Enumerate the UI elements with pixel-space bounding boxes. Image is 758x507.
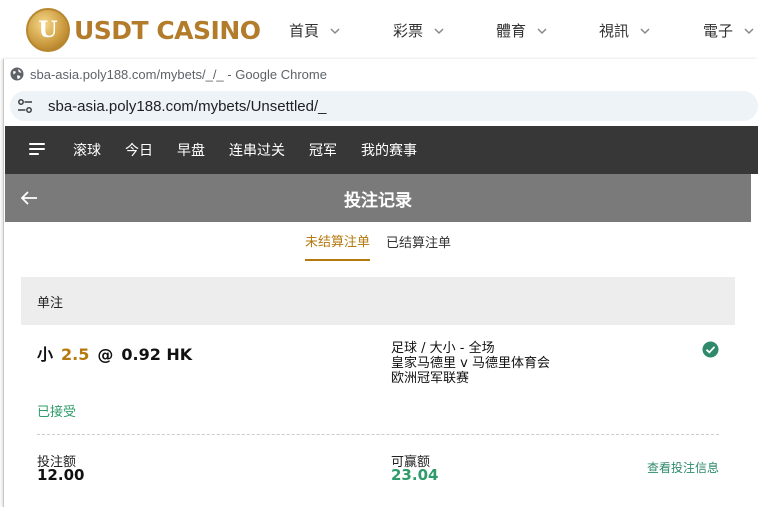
win-value: 23.04	[391, 466, 439, 484]
browser-window: sba-asia.poly188.com/mybets/_/_ - Google…	[3, 59, 758, 507]
site-nav-label: 首頁	[289, 22, 320, 40]
selection-line: 2.5	[61, 345, 90, 364]
site-nav-item-sports[interactable]: 體育	[496, 20, 548, 41]
app-nav-item-parlay[interactable]: 连串过关	[229, 140, 285, 160]
address-bar: sba-asia.poly188.com/mybets/Unsettled/_	[4, 89, 758, 123]
chevron-down-icon	[537, 27, 547, 34]
globe-icon	[10, 67, 24, 81]
app-nav-item-inplay[interactable]: 滚球	[73, 140, 101, 160]
league-name: 欧洲冠军联赛	[391, 371, 470, 386]
page-header: 投注记录	[5, 174, 751, 222]
app-nav-bar: 滚球 今日 早盘 连串过关 冠军 我的赛事	[5, 126, 758, 174]
app-nav-item-today[interactable]: 今日	[125, 140, 153, 160]
tune-icon[interactable]	[16, 97, 34, 115]
hamburger-menu-icon[interactable]	[29, 143, 47, 157]
site-nav-label: 體育	[496, 22, 527, 40]
site-nav-item-live[interactable]: 視訊	[599, 20, 651, 41]
site-nav-item-home[interactable]: 首頁	[289, 20, 341, 41]
site-nav-item-slots[interactable]: 電子	[703, 20, 755, 41]
bet-odds: 0.92 HK	[121, 345, 193, 364]
url-field[interactable]: sba-asia.poly188.com/mybets/Unsettled/_	[10, 91, 758, 121]
bet-selection: 小 2.5 @ 0.92 HK	[37, 341, 192, 365]
chevron-down-icon	[330, 27, 340, 34]
chevron-down-icon	[640, 27, 650, 34]
match-name: 皇家马德里 v 马德里体育会	[391, 356, 550, 371]
bet-market: 足球 / 大小 - 全场	[391, 341, 495, 356]
page-title: 投注记录	[344, 190, 412, 211]
check-circle-icon	[702, 341, 719, 358]
bet-type-header: 单注	[21, 277, 735, 325]
chevron-down-icon	[744, 27, 754, 34]
bet-card: 小 2.5 @ 0.92 HK 足球 / 大小 - 全场 皇家马德里 v 马德里…	[21, 325, 735, 507]
browser-title-bar[interactable]: sba-asia.poly188.com/mybets/_/_ - Google…	[4, 59, 758, 89]
site-nav-item-lottery[interactable]: 彩票	[393, 20, 445, 41]
tab-unsettled[interactable]: 未结算注单	[304, 223, 370, 261]
event-info: 足球 / 大小 - 全场 皇家马德里 v 马德里体育会 欧洲冠军联赛	[391, 341, 550, 386]
tab-settled[interactable]: 已结算注单	[386, 224, 451, 260]
site-nav: 首頁 彩票 體育 視訊 電子	[0, 20, 758, 44]
browser-title: sba-asia.poly188.com/mybets/_/_ - Google…	[30, 66, 327, 82]
view-bet-details-link[interactable]: 查看投注信息	[647, 459, 719, 476]
site-header: U USDT CASINO 首頁 彩票 體育 視訊 電子	[0, 0, 758, 60]
status-badge: 已接受	[37, 405, 77, 420]
app-nav-item-my-events[interactable]: 我的赛事	[361, 140, 417, 160]
stake-value: 12.00	[37, 466, 85, 484]
app-nav-item-early[interactable]: 早盘	[177, 140, 205, 160]
selection-name: 小	[37, 345, 54, 364]
site-nav-label: 電子	[703, 22, 734, 40]
bet-tabs: 未结算注单 已结算注单	[5, 222, 751, 262]
site-nav-label: 視訊	[599, 22, 630, 40]
app-nav-item-outright[interactable]: 冠军	[309, 140, 337, 160]
arrow-left-icon[interactable]	[19, 188, 39, 208]
divider	[37, 434, 719, 435]
chevron-down-icon	[434, 27, 444, 34]
site-nav-label: 彩票	[393, 22, 424, 40]
at-symbol: @	[97, 345, 114, 364]
url-text: sba-asia.poly188.com/mybets/Unsettled/_	[48, 97, 327, 115]
